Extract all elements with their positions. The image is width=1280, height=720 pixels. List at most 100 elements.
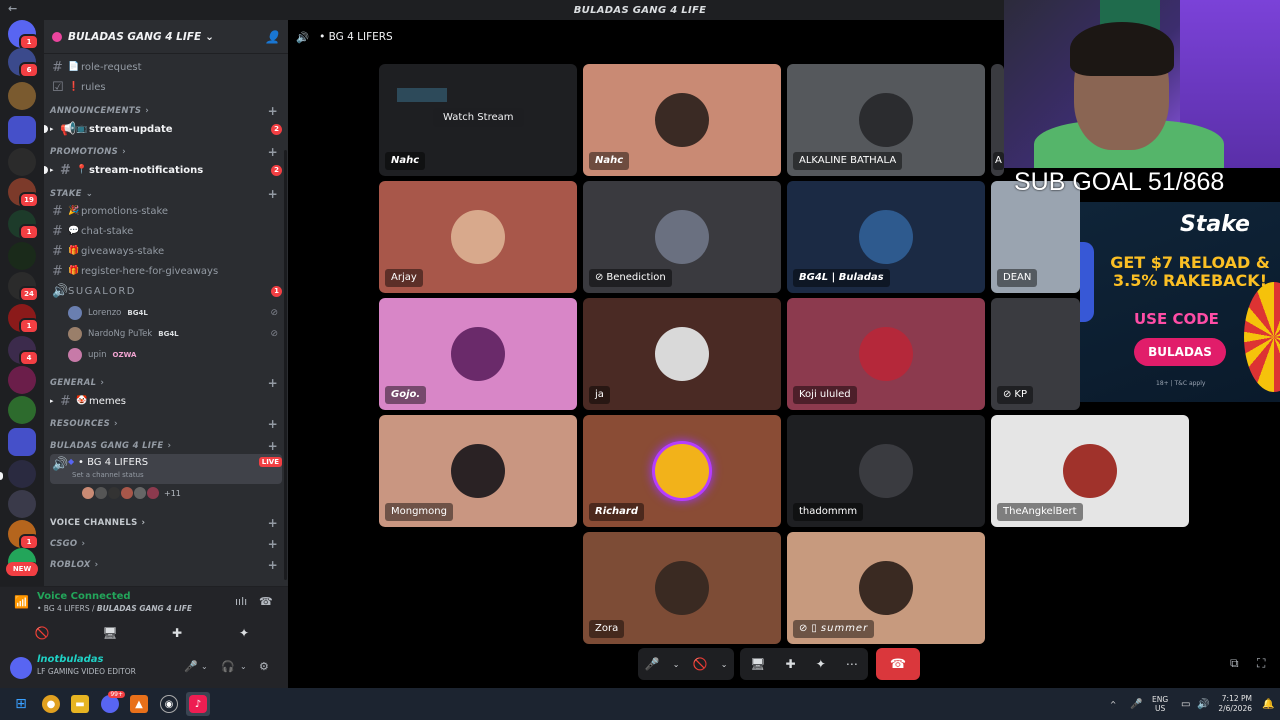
- server-icon[interactable]: 24: [8, 272, 39, 302]
- chrome-icon[interactable]: ●: [42, 695, 60, 713]
- voice-channel-bg4lifers[interactable]: 🔊 ◆ • BG 4 LIFERS LIVE Set a channel sta…: [50, 454, 282, 484]
- category-resources[interactable]: RESOURCES › +: [50, 416, 278, 432]
- pop-out-icon[interactable]: ⧉: [1230, 656, 1239, 671]
- server-icon[interactable]: [8, 242, 36, 270]
- screen-share-icon[interactable]: 🖥: [750, 657, 765, 671]
- server-icon[interactable]: 6: [8, 48, 39, 78]
- participant-tile[interactable]: thadommm: [787, 415, 985, 527]
- screen-share-button[interactable]: 🖥: [80, 621, 140, 645]
- channel-chat-stake[interactable]: # 💬 chat-stake: [50, 221, 282, 241]
- add-channel-icon[interactable]: +: [268, 417, 278, 431]
- server-prime-icon[interactable]: [8, 396, 36, 424]
- participant-tile[interactable]: Nahc: [583, 64, 781, 176]
- participant-tile[interactable]: ja: [583, 298, 781, 410]
- add-channel-icon[interactable]: +: [268, 145, 278, 159]
- noise-suppression-icon[interactable]: ıılı: [235, 595, 247, 608]
- participant-tile[interactable]: TheAngkelBert: [991, 415, 1189, 527]
- notifications-icon[interactable]: 🔔: [1262, 688, 1274, 720]
- server-header[interactable]: BULADAS GANG 4 LIFE ⌄ 👤: [44, 20, 288, 54]
- voice-connected-title[interactable]: Voice Connected: [37, 591, 131, 602]
- microphone-icon[interactable]: 🎤: [184, 660, 198, 673]
- activities-icon[interactable]: ✚: [785, 657, 795, 671]
- participant-tile[interactable]: A: [991, 64, 1004, 176]
- disconnect-icon[interactable]: ☎: [259, 595, 273, 608]
- obs-icon[interactable]: ◉: [160, 695, 178, 713]
- server-icon[interactable]: [8, 490, 36, 518]
- category-announcements[interactable]: ANNOUNCEMENTS › +: [50, 103, 278, 119]
- server-folder-icon[interactable]: [8, 116, 36, 144]
- app-icon[interactable]: ▲: [130, 695, 148, 713]
- show-hidden-icons[interactable]: ^: [1110, 688, 1116, 720]
- settings-gear-icon[interactable]: ⚙: [259, 660, 269, 673]
- watch-stream-button[interactable]: Watch Stream: [433, 108, 524, 127]
- add-channel-icon[interactable]: +: [268, 439, 278, 453]
- participant-tile[interactable]: DEAN: [991, 181, 1080, 293]
- category-buladas-gang[interactable]: BULADAS GANG 4 LIFE › +: [50, 438, 278, 454]
- participant-tile-stream[interactable]: Watch Stream Nahc: [379, 64, 577, 176]
- voice-user-upin[interactable]: upin OZWA: [68, 345, 278, 365]
- voice-user-lorenzo[interactable]: Lorenzo BG4L ⊘: [68, 303, 278, 323]
- windows-start-icon[interactable]: ⊞: [12, 695, 30, 713]
- channel-role-request[interactable]: # 📄 role-request: [50, 57, 282, 77]
- voice-user-nardong-putek[interactable]: NardoNg PuTek BG4L ⊘: [68, 324, 278, 344]
- headphones-icon[interactable]: 🎧: [221, 660, 235, 673]
- chevron-down-icon[interactable]: ⌄: [721, 660, 728, 669]
- discord-taskbar-icon[interactable]: 99+: [101, 691, 125, 713]
- category-roblox[interactable]: ROBLOX › +: [50, 557, 278, 573]
- server-icon[interactable]: 19: [8, 178, 39, 208]
- more-options-icon[interactable]: ⋯: [846, 657, 858, 671]
- chevron-down-icon[interactable]: ⌄: [673, 660, 680, 669]
- participant-tile[interactable]: Gojo.: [379, 298, 577, 410]
- channel-rules[interactable]: ☑ ❗ rules: [50, 77, 282, 97]
- add-channel-icon[interactable]: +: [268, 516, 278, 530]
- participant-tile[interactable]: Richard: [583, 415, 781, 527]
- participant-tile[interactable]: Zora: [583, 532, 781, 644]
- server-icon[interactable]: [8, 366, 36, 394]
- channel-status-hint[interactable]: Set a channel status: [72, 471, 144, 479]
- chevron-down-icon[interactable]: ⌄: [240, 662, 247, 671]
- language-indicator[interactable]: ENG US: [1152, 688, 1168, 720]
- category-promotions[interactable]: PROMOTIONS › +: [50, 144, 278, 160]
- soundboard-icon[interactable]: ✦: [816, 657, 826, 671]
- category-general[interactable]: GENERAL › +: [50, 375, 278, 391]
- server-icon[interactable]: 4: [8, 336, 39, 366]
- tiktok-live-icon[interactable]: ♪: [186, 692, 210, 716]
- back-arrow-icon[interactable]: ←: [8, 2, 18, 15]
- participant-tile[interactable]: ⊘ Benediction: [583, 181, 781, 293]
- add-channel-icon[interactable]: +: [268, 558, 278, 572]
- new-badge[interactable]: NEW: [6, 562, 38, 576]
- participant-tile[interactable]: Koji ululed: [787, 298, 985, 410]
- channel-giveaways-stake[interactable]: # 🎁 giveaways-stake: [50, 241, 282, 261]
- channel-register-here-for-giveaways[interactable]: # 🎁 register-here-for-giveaways: [50, 261, 282, 281]
- direct-messages-icon[interactable]: 1: [8, 20, 39, 50]
- microphone-icon[interactable]: 🎤: [645, 657, 660, 671]
- soundboard-button[interactable]: ✦: [214, 621, 274, 645]
- participant-tile[interactable]: Mongmong: [379, 415, 577, 527]
- server-kgr-icon[interactable]: 1: [8, 210, 39, 240]
- server-folder-icon[interactable]: [8, 428, 36, 456]
- network-icon[interactable]: ▭: [1181, 688, 1190, 720]
- participant-tile[interactable]: BG4L | Buladas: [787, 181, 985, 293]
- clock[interactable]: 7:12 PM 2/6/2026: [1216, 688, 1252, 720]
- server-r-icon[interactable]: 1: [8, 304, 39, 334]
- disconnect-call-button[interactable]: ☎: [876, 648, 920, 680]
- category-csgo[interactable]: CSGO › +: [50, 536, 278, 552]
- user-avatar[interactable]: [10, 657, 32, 679]
- add-channel-icon[interactable]: +: [268, 187, 278, 201]
- microphone-in-use-icon[interactable]: 🎤: [1130, 688, 1142, 720]
- channel-stream-notifications[interactable]: ▸ # 📍 stream-notifications 2: [44, 160, 282, 180]
- file-explorer-icon[interactable]: ▬: [71, 695, 89, 713]
- participant-tile[interactable]: Arjay: [379, 181, 577, 293]
- channel-promotions-stake[interactable]: # 🎉 promotions-stake: [50, 201, 282, 221]
- voice-channel-sugalord[interactable]: 🔊 SUGALORD 1: [50, 281, 282, 301]
- add-channel-icon[interactable]: +: [268, 537, 278, 551]
- username[interactable]: lnotbuladas: [37, 654, 104, 665]
- server-prestige-icon[interactable]: [8, 82, 36, 110]
- camera-off-button[interactable]: 🚫: [12, 621, 72, 645]
- channel-memes[interactable]: ▸ # 🤡 memes: [50, 391, 282, 411]
- channel-scrollbar[interactable]: [284, 150, 287, 580]
- category-voice-channels[interactable]: VOICE CHANNELS › +: [50, 515, 278, 531]
- category-stake[interactable]: STAKE ⌄ +: [50, 186, 278, 202]
- voice-connected-subtitle[interactable]: • BG 4 LIFERS / BULADAS GANG 4 LIFE: [37, 604, 192, 613]
- invite-people-icon[interactable]: 👤: [265, 30, 280, 44]
